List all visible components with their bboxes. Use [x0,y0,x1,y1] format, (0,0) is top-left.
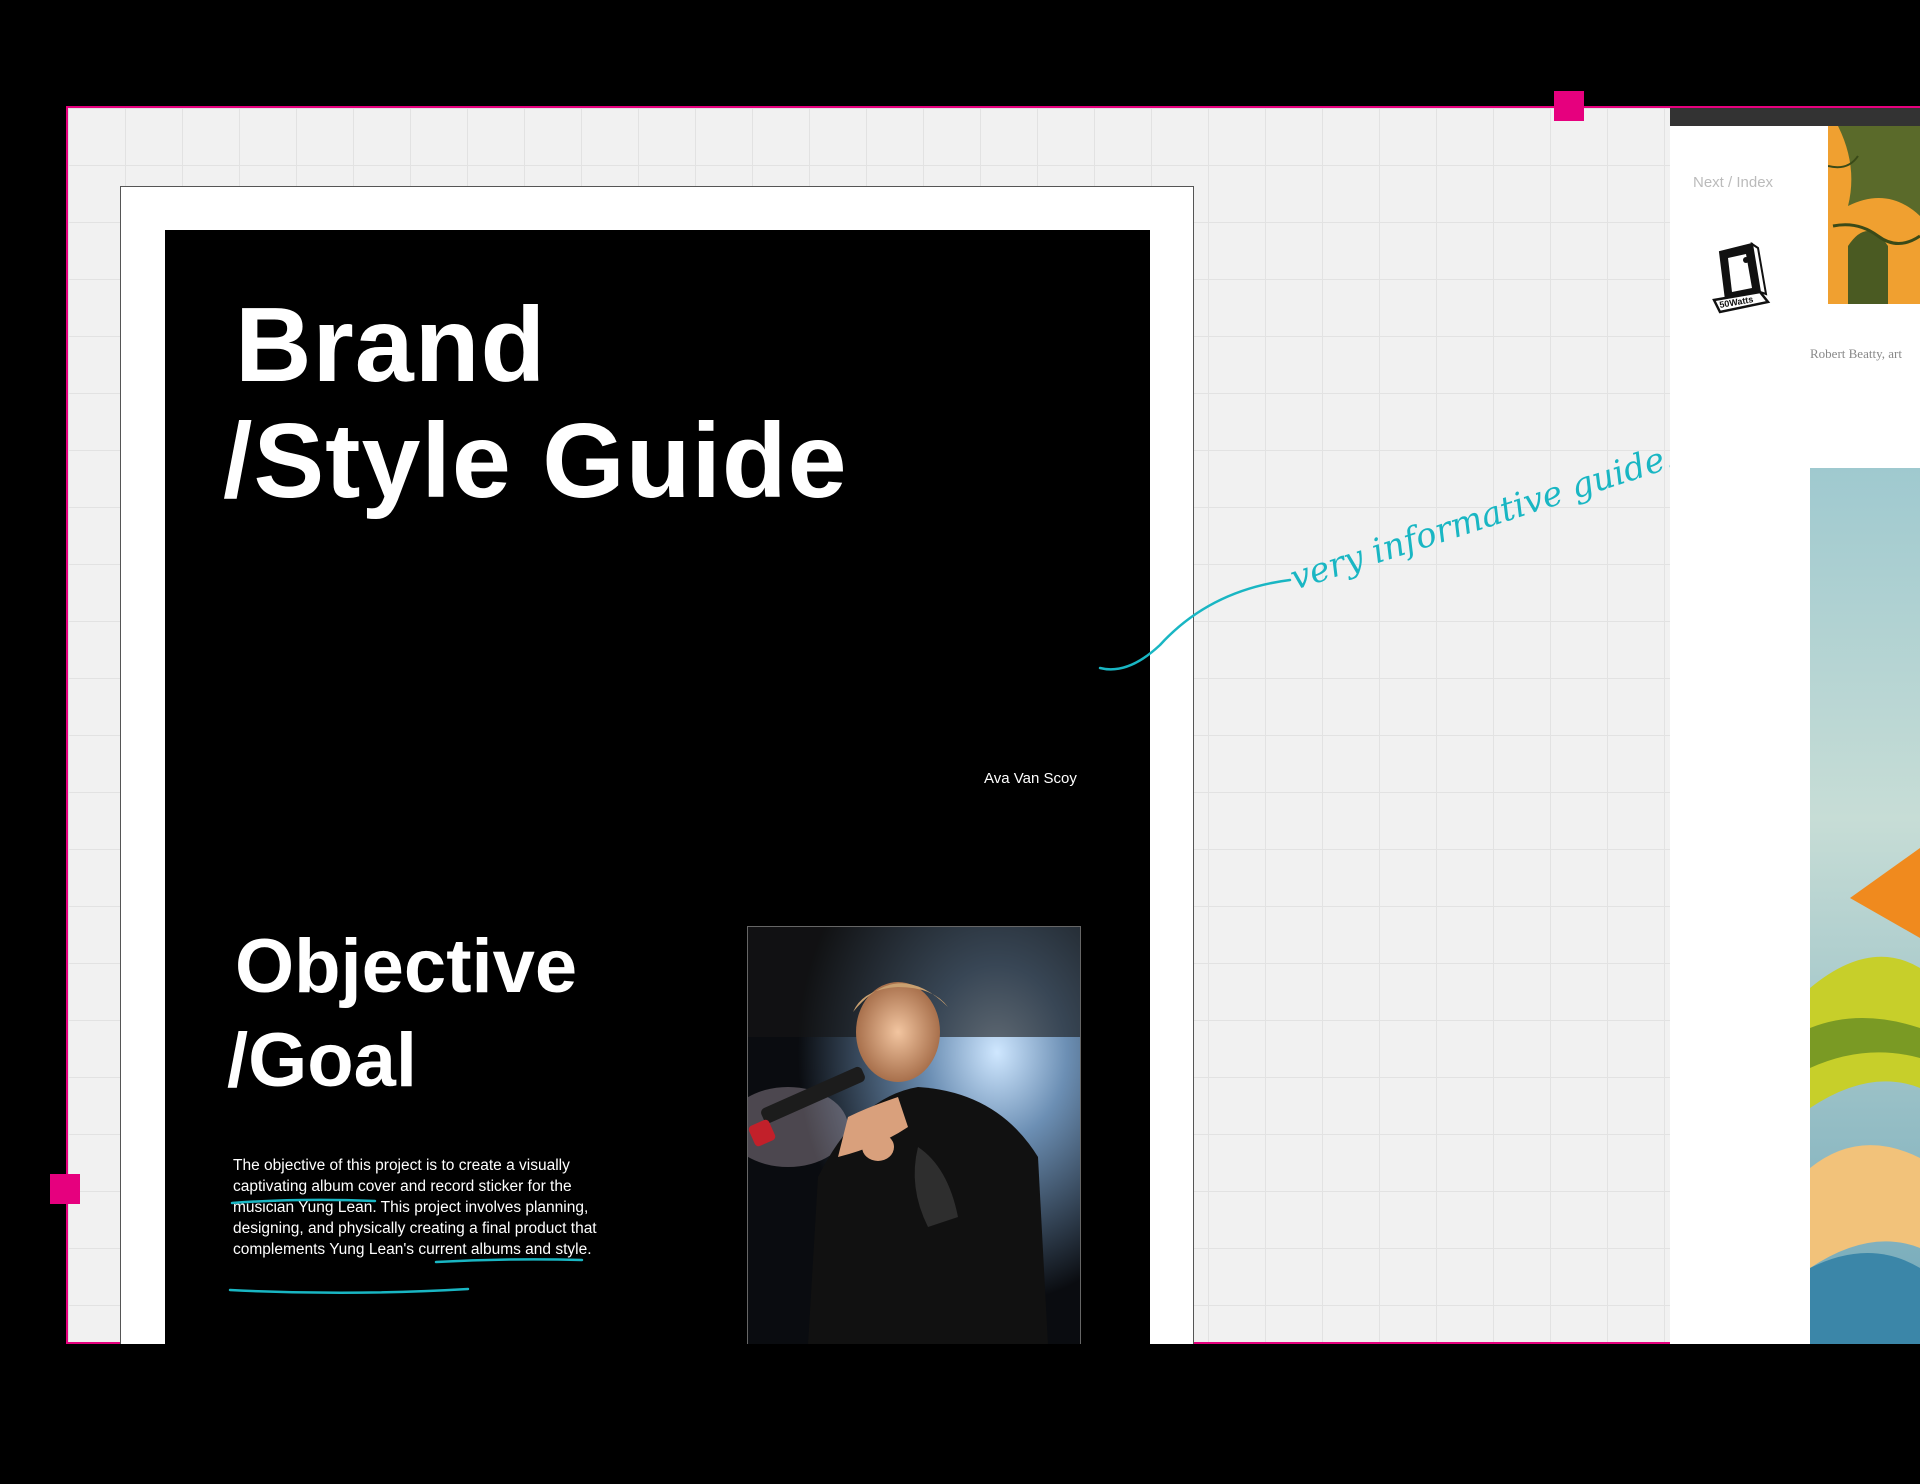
objective-heading: Objective /Goal [227,920,578,1108]
preview-top-bar [1670,108,1920,126]
nav-next-link[interactable]: Next [1693,174,1724,191]
performer-photo-image [748,927,1080,1344]
author-name: Ava Van Scoy [984,770,1077,787]
artwork-thumbnail-image [1828,126,1920,304]
artwork-thumbnail[interactable] [1828,126,1920,304]
title-line-1: Brand [235,286,547,404]
highlight-complements[interactable]: complements Yung Lean's current albums a… [233,1241,587,1258]
fifty-watts-logo[interactable]: 50Watts [1708,240,1778,320]
resize-handle-top[interactable] [1554,91,1584,121]
performer-photo [747,926,1081,1344]
preview-panel: Next / Index 50Watts Robert Beatty, art [1670,108,1920,1344]
body-part-3: . [587,1241,592,1258]
title-line-2: /Style Guide [223,402,848,520]
nav-index-link[interactable]: Index [1736,174,1773,191]
objective-line-2: /Goal [227,1018,418,1103]
body-part-1: The objective of this project is to crea… [233,1157,520,1174]
nav-separator: / [1723,174,1737,191]
artwork-preview-image [1810,468,1920,1344]
resize-handle-left[interactable] [50,1174,80,1204]
style-guide-cover: Brand /Style Guide Ava Van Scoy Objectiv… [165,230,1150,1344]
next-index-nav: Next / Index [1693,174,1773,191]
artwork-caption: Robert Beatty, art [1810,346,1902,361]
objective-line-1: Objective [235,924,578,1009]
fifty-watts-icon: 50Watts [1712,241,1771,314]
objective-body: The objective of this project is to crea… [233,1155,603,1260]
artwork-preview[interactable] [1810,468,1920,1344]
